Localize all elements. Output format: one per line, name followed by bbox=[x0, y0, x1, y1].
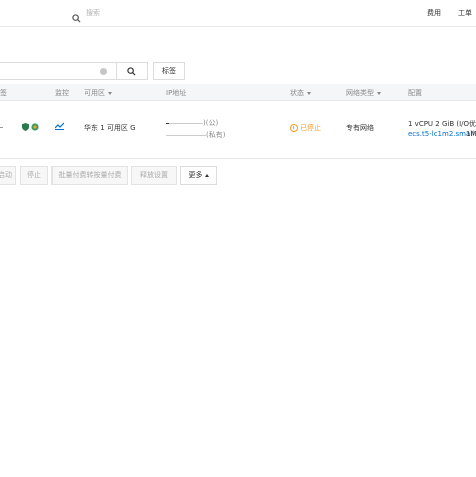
column-header-status[interactable]: 状态 bbox=[290, 88, 311, 98]
bandwidth-value: 1M bbox=[466, 130, 476, 138]
column-header-config: 配置 bbox=[408, 89, 422, 97]
shield-icon bbox=[22, 123, 29, 131]
stopped-status-icon bbox=[290, 124, 298, 132]
zone-value: 华东 1 可用区 G bbox=[84, 124, 136, 132]
table-row: 华东 1 可用区 G )(公) (私有) 已停止 专有网络 1 vCPU 2 G… bbox=[0, 101, 476, 159]
instance-icons bbox=[22, 123, 39, 133]
table-header: 签 监控 可用区 IP地址 状态 网络类型 配置 bbox=[0, 84, 476, 101]
start-button[interactable]: 启动 bbox=[0, 166, 16, 185]
search-icon[interactable] bbox=[72, 8, 81, 27]
chevron-down-icon bbox=[377, 91, 381, 95]
column-header-network-type[interactable]: 网络类型 bbox=[346, 88, 381, 98]
config-spec: 1 vCPU 2 GiB (I/O优化) bbox=[408, 120, 476, 128]
billing-link[interactable]: 费用 bbox=[427, 8, 441, 18]
top-bar: 搜索 费用 工单 bbox=[0, 0, 476, 27]
column-header-tag: 签 bbox=[0, 89, 7, 97]
ticket-link[interactable]: 工单 bbox=[458, 8, 472, 18]
monitor-chart-icon[interactable] bbox=[54, 122, 65, 132]
global-search-input[interactable]: 搜索 bbox=[86, 8, 100, 18]
filter-search-button[interactable] bbox=[116, 62, 148, 80]
chevron-down-icon bbox=[108, 91, 112, 95]
stop-button[interactable]: 停止 bbox=[20, 166, 48, 185]
more-button[interactable]: 更多 bbox=[180, 166, 217, 185]
search-icon bbox=[127, 67, 136, 76]
convert-billing-button[interactable]: 批量付费转按量付费 bbox=[52, 166, 128, 185]
row-edge-mark bbox=[0, 123, 3, 131]
public-ip: )(公) bbox=[166, 118, 218, 128]
column-header-zone[interactable]: 可用区 bbox=[84, 88, 112, 98]
os-icon bbox=[31, 123, 39, 131]
release-setting-button[interactable]: 释放设置 bbox=[131, 166, 177, 185]
network-type-value: 专有网络 bbox=[346, 124, 374, 132]
clear-icon[interactable] bbox=[100, 68, 107, 75]
chevron-up-icon bbox=[204, 173, 209, 177]
tag-button[interactable]: 标签 bbox=[153, 62, 185, 80]
column-header-ip: IP地址 bbox=[166, 89, 187, 97]
instance-type-link[interactable]: ecs.t5-lc1m2.small bbox=[408, 130, 474, 138]
private-ip: (私有) bbox=[166, 130, 225, 140]
chevron-down-icon bbox=[307, 91, 311, 95]
status-badge: 已停止 bbox=[290, 123, 321, 133]
instance-filter-input[interactable] bbox=[0, 62, 117, 80]
column-header-monitor: 监控 bbox=[55, 89, 69, 97]
